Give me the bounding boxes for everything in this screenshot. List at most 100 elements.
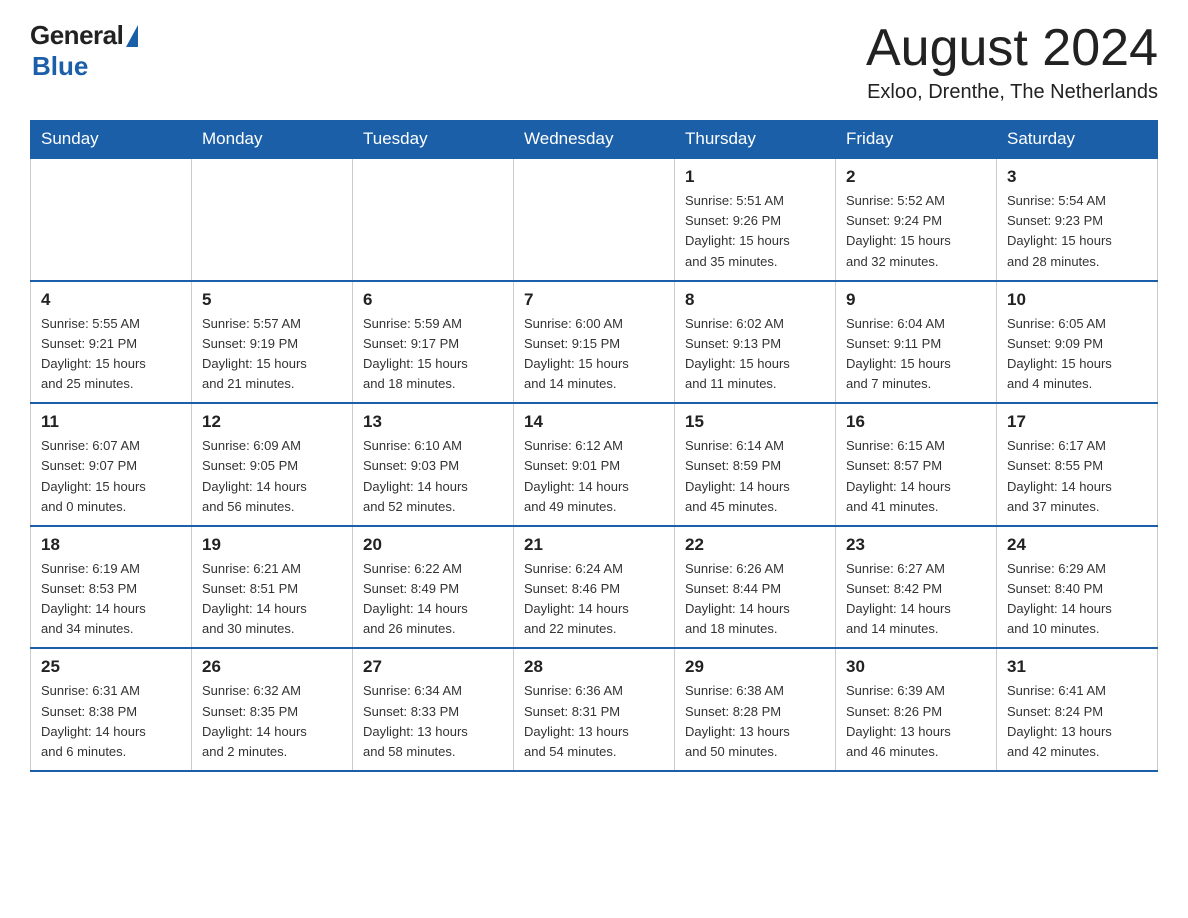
sun-info: Sunrise: 6:15 AMSunset: 8:57 PMDaylight:… bbox=[846, 436, 986, 517]
calendar-cell: 25 Sunrise: 6:31 AMSunset: 8:38 PMDayligh… bbox=[31, 648, 192, 771]
sun-info: Sunrise: 5:52 AMSunset: 9:24 PMDaylight:… bbox=[846, 191, 986, 272]
day-number: 7 bbox=[524, 290, 664, 310]
sun-info: Sunrise: 6:36 AMSunset: 8:31 PMDaylight:… bbox=[524, 681, 664, 762]
calendar-cell: 27 Sunrise: 6:34 AMSunset: 8:33 PMDayligh… bbox=[353, 648, 514, 771]
title-area: August 2024 Exloo, Drenthe, The Netherla… bbox=[866, 20, 1158, 104]
calendar-cell: 13Sunrise: 6:10 AMSunset: 9:03 PMDayligh… bbox=[353, 403, 514, 526]
calendar-cell: 19 Sunrise: 6:21 AMSunset: 8:51 PMDayligh… bbox=[192, 526, 353, 649]
calendar-cell: 4 Sunrise: 5:55 AMSunset: 9:21 PMDaylight… bbox=[31, 281, 192, 404]
day-number: 8 bbox=[685, 290, 825, 310]
sun-info: Sunrise: 6:21 AMSunset: 8:51 PMDaylight:… bbox=[202, 559, 342, 640]
day-number: 1 bbox=[685, 167, 825, 187]
sun-info: Sunrise: 6:27 AMSunset: 8:42 PMDaylight:… bbox=[846, 559, 986, 640]
calendar-cell: 24 Sunrise: 6:29 AMSunset: 8:40 PMDayligh… bbox=[997, 526, 1158, 649]
day-number: 17 bbox=[1007, 412, 1147, 432]
calendar-cell bbox=[514, 158, 675, 281]
day-number: 22 bbox=[685, 535, 825, 555]
day-number: 28 bbox=[524, 657, 664, 677]
calendar-table: SundayMondayTuesdayWednesdayThursdayFrid… bbox=[30, 120, 1158, 772]
day-number: 20 bbox=[363, 535, 503, 555]
location-title: Exloo, Drenthe, The Netherlands bbox=[866, 81, 1158, 104]
logo-general-text: General bbox=[30, 20, 123, 51]
day-number: 9 bbox=[846, 290, 986, 310]
calendar-cell: 8 Sunrise: 6:02 AMSunset: 9:13 PMDaylight… bbox=[675, 281, 836, 404]
sun-info: Sunrise: 6:38 AMSunset: 8:28 PMDaylight:… bbox=[685, 681, 825, 762]
day-number: 30 bbox=[846, 657, 986, 677]
day-number: 31 bbox=[1007, 657, 1147, 677]
sun-info: Sunrise: 5:51 AMSunset: 9:26 PMDaylight:… bbox=[685, 191, 825, 272]
calendar-cell: 11Sunrise: 6:07 AMSunset: 9:07 PMDayligh… bbox=[31, 403, 192, 526]
sun-info: Sunrise: 6:31 AMSunset: 8:38 PMDaylight:… bbox=[41, 681, 181, 762]
calendar-cell: 16 Sunrise: 6:15 AMSunset: 8:57 PMDayligh… bbox=[836, 403, 997, 526]
day-number: 5 bbox=[202, 290, 342, 310]
calendar-cell: 15 Sunrise: 6:14 AMSunset: 8:59 PMDayligh… bbox=[675, 403, 836, 526]
calendar-week-2: 4 Sunrise: 5:55 AMSunset: 9:21 PMDaylight… bbox=[31, 281, 1158, 404]
calendar-cell: 31 Sunrise: 6:41 AMSunset: 8:24 PMDayligh… bbox=[997, 648, 1158, 771]
sun-info: Sunrise: 6:12 AMSunset: 9:01 PMDaylight:… bbox=[524, 436, 664, 517]
day-number: 24 bbox=[1007, 535, 1147, 555]
day-number: 16 bbox=[846, 412, 986, 432]
sun-info: Sunrise: 6:17 AMSunset: 8:55 PMDaylight:… bbox=[1007, 436, 1147, 517]
day-number: 19 bbox=[202, 535, 342, 555]
sun-info: Sunrise: 5:55 AMSunset: 9:21 PMDaylight:… bbox=[41, 314, 181, 395]
calendar-header-row: SundayMondayTuesdayWednesdayThursdayFrid… bbox=[31, 121, 1158, 159]
calendar-week-1: 1 Sunrise: 5:51 AMSunset: 9:26 PMDaylight… bbox=[31, 158, 1158, 281]
day-number: 27 bbox=[363, 657, 503, 677]
day-number: 6 bbox=[363, 290, 503, 310]
sun-info: Sunrise: 6:04 AMSunset: 9:11 PMDaylight:… bbox=[846, 314, 986, 395]
calendar-cell: 10Sunrise: 6:05 AMSunset: 9:09 PMDayligh… bbox=[997, 281, 1158, 404]
calendar-cell: 6 Sunrise: 5:59 AMSunset: 9:17 PMDaylight… bbox=[353, 281, 514, 404]
calendar-week-3: 11Sunrise: 6:07 AMSunset: 9:07 PMDayligh… bbox=[31, 403, 1158, 526]
sun-info: Sunrise: 5:59 AMSunset: 9:17 PMDaylight:… bbox=[363, 314, 503, 395]
sun-info: Sunrise: 6:14 AMSunset: 8:59 PMDaylight:… bbox=[685, 436, 825, 517]
calendar-header-saturday: Saturday bbox=[997, 121, 1158, 159]
calendar-cell: 20 Sunrise: 6:22 AMSunset: 8:49 PMDayligh… bbox=[353, 526, 514, 649]
calendar-cell: 30Sunrise: 6:39 AMSunset: 8:26 PMDayligh… bbox=[836, 648, 997, 771]
calendar-header-tuesday: Tuesday bbox=[353, 121, 514, 159]
calendar-cell: 12Sunrise: 6:09 AMSunset: 9:05 PMDayligh… bbox=[192, 403, 353, 526]
day-number: 4 bbox=[41, 290, 181, 310]
calendar-cell bbox=[353, 158, 514, 281]
day-number: 2 bbox=[846, 167, 986, 187]
day-number: 15 bbox=[685, 412, 825, 432]
sun-info: Sunrise: 6:02 AMSunset: 9:13 PMDaylight:… bbox=[685, 314, 825, 395]
day-number: 3 bbox=[1007, 167, 1147, 187]
calendar-header-thursday: Thursday bbox=[675, 121, 836, 159]
calendar-cell: 2 Sunrise: 5:52 AMSunset: 9:24 PMDaylight… bbox=[836, 158, 997, 281]
logo-triangle-icon bbox=[126, 25, 138, 47]
calendar-cell: 3Sunrise: 5:54 AMSunset: 9:23 PMDaylight… bbox=[997, 158, 1158, 281]
calendar-cell: 7Sunrise: 6:00 AMSunset: 9:15 PMDaylight… bbox=[514, 281, 675, 404]
calendar-cell: 21Sunrise: 6:24 AMSunset: 8:46 PMDayligh… bbox=[514, 526, 675, 649]
day-number: 10 bbox=[1007, 290, 1147, 310]
sun-info: Sunrise: 6:41 AMSunset: 8:24 PMDaylight:… bbox=[1007, 681, 1147, 762]
calendar-cell: 23 Sunrise: 6:27 AMSunset: 8:42 PMDayligh… bbox=[836, 526, 997, 649]
calendar-week-5: 25 Sunrise: 6:31 AMSunset: 8:38 PMDayligh… bbox=[31, 648, 1158, 771]
sun-info: Sunrise: 6:34 AMSunset: 8:33 PMDaylight:… bbox=[363, 681, 503, 762]
calendar-header-sunday: Sunday bbox=[31, 121, 192, 159]
sun-info: Sunrise: 6:07 AMSunset: 9:07 PMDaylight:… bbox=[41, 436, 181, 517]
day-number: 18 bbox=[41, 535, 181, 555]
calendar-cell: 18 Sunrise: 6:19 AMSunset: 8:53 PMDayligh… bbox=[31, 526, 192, 649]
calendar-cell bbox=[31, 158, 192, 281]
day-number: 25 bbox=[41, 657, 181, 677]
sun-info: Sunrise: 6:26 AMSunset: 8:44 PMDaylight:… bbox=[685, 559, 825, 640]
calendar-header-monday: Monday bbox=[192, 121, 353, 159]
calendar-header-wednesday: Wednesday bbox=[514, 121, 675, 159]
calendar-cell bbox=[192, 158, 353, 281]
day-number: 26 bbox=[202, 657, 342, 677]
month-title: August 2024 bbox=[866, 20, 1158, 77]
calendar-cell: 22 Sunrise: 6:26 AMSunset: 8:44 PMDayligh… bbox=[675, 526, 836, 649]
sun-info: Sunrise: 6:22 AMSunset: 8:49 PMDaylight:… bbox=[363, 559, 503, 640]
sun-info: Sunrise: 6:29 AMSunset: 8:40 PMDaylight:… bbox=[1007, 559, 1147, 640]
calendar-cell: 14Sunrise: 6:12 AMSunset: 9:01 PMDayligh… bbox=[514, 403, 675, 526]
calendar-week-4: 18 Sunrise: 6:19 AMSunset: 8:53 PMDayligh… bbox=[31, 526, 1158, 649]
day-number: 21 bbox=[524, 535, 664, 555]
calendar-cell: 26Sunrise: 6:32 AMSunset: 8:35 PMDayligh… bbox=[192, 648, 353, 771]
sun-info: Sunrise: 5:57 AMSunset: 9:19 PMDaylight:… bbox=[202, 314, 342, 395]
calendar-header-friday: Friday bbox=[836, 121, 997, 159]
calendar-cell: 29Sunrise: 6:38 AMSunset: 8:28 PMDayligh… bbox=[675, 648, 836, 771]
logo-blue-text: Blue bbox=[32, 51, 88, 82]
day-number: 23 bbox=[846, 535, 986, 555]
sun-info: Sunrise: 6:09 AMSunset: 9:05 PMDaylight:… bbox=[202, 436, 342, 517]
sun-info: Sunrise: 6:19 AMSunset: 8:53 PMDaylight:… bbox=[41, 559, 181, 640]
